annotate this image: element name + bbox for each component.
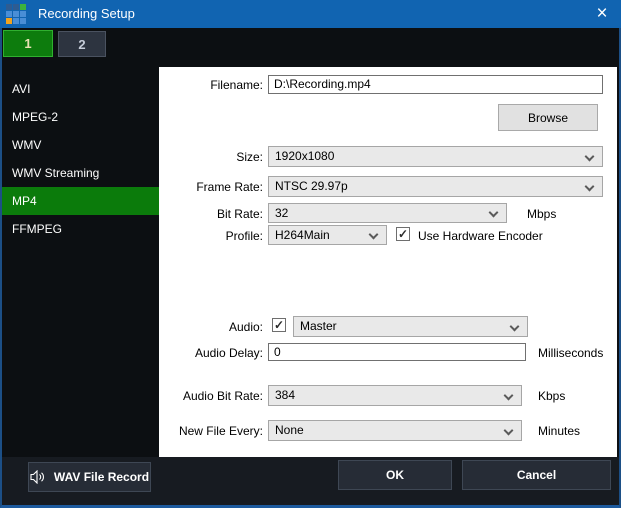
filename-label: Filename: <box>159 78 263 92</box>
audio-source-value: Master <box>300 319 337 333</box>
profile-label: Profile: <box>159 229 263 243</box>
hardware-encoder-checkbox[interactable]: ✓ <box>396 227 410 241</box>
size-label: Size: <box>159 150 263 164</box>
sidebar-item-ffmpeg[interactable]: FFMPEG <box>2 215 159 243</box>
profile-value: H264Main <box>275 228 330 242</box>
ok-button-label: OK <box>386 468 404 482</box>
new-file-every-unit: Minutes <box>538 424 580 438</box>
chevron-down-icon <box>489 208 499 218</box>
bit-rate-label: Bit Rate: <box>159 207 263 221</box>
window-title: Recording Setup <box>38 6 135 21</box>
hardware-encoder-label: Use Hardware Encoder <box>418 229 543 243</box>
tab-2[interactable]: 2 <box>58 31 106 57</box>
app-logo-icon <box>6 4 26 24</box>
audio-bit-rate-label: Audio Bit Rate: <box>159 389 263 403</box>
audio-delay-label: Audio Delay: <box>159 346 263 360</box>
chevron-down-icon <box>504 391 514 401</box>
bit-rate-unit: Mbps <box>527 207 556 221</box>
size-value: 1920x1080 <box>275 149 334 163</box>
audio-delay-unit: Milliseconds <box>538 346 603 360</box>
cancel-button[interactable]: Cancel <box>462 460 611 490</box>
browse-button[interactable]: Browse <box>498 104 598 131</box>
close-button[interactable]: × <box>583 0 621 28</box>
frame-rate-select[interactable]: NTSC 29.97p <box>268 176 603 197</box>
chevron-down-icon <box>504 426 514 436</box>
tab-1[interactable]: 1 <box>3 30 53 57</box>
audio-checkbox[interactable]: ✓ <box>272 318 286 332</box>
bit-rate-value: 32 <box>275 206 288 220</box>
dialog-body: 1 2 AVI MPEG-2 WMV WMV Streaming MP4 FFM… <box>0 28 621 508</box>
audio-bit-rate-select[interactable]: 384 <box>268 385 522 406</box>
filename-input[interactable]: D:\Recording.mp4 <box>268 75 603 94</box>
checkmark-icon: ✓ <box>274 318 284 332</box>
audio-source-select[interactable]: Master <box>293 316 528 337</box>
sidebar-item-avi[interactable]: AVI <box>2 75 159 103</box>
sidebar-item-mp4[interactable]: MP4 <box>2 187 159 215</box>
bit-rate-select[interactable]: 32 <box>268 203 507 223</box>
sidebar-item-wmv[interactable]: WMV <box>2 131 159 159</box>
format-list: AVI MPEG-2 WMV WMV Streaming MP4 FFMPEG <box>2 75 159 243</box>
audio-bit-rate-unit: Kbps <box>538 389 565 403</box>
sidebar-item-wmv-streaming[interactable]: WMV Streaming <box>2 159 159 187</box>
chevron-down-icon <box>585 182 595 192</box>
ok-button[interactable]: OK <box>338 460 452 490</box>
audio-label: Audio: <box>159 320 263 334</box>
cancel-button-label: Cancel <box>517 468 556 482</box>
wav-file-record-button[interactable]: WAV File Record <box>28 462 151 492</box>
audio-bit-rate-value: 384 <box>275 388 295 402</box>
new-file-every-select[interactable]: None <box>268 420 522 441</box>
frame-rate-value: NTSC 29.97p <box>275 179 348 193</box>
new-file-every-value: None <box>275 423 304 437</box>
footer-bar: WAV File Record OK Cancel <box>2 457 619 505</box>
chevron-down-icon <box>369 230 379 240</box>
size-select[interactable]: 1920x1080 <box>268 146 603 167</box>
chevron-down-icon <box>510 322 520 332</box>
title-bar: Recording Setup × <box>0 0 621 28</box>
close-icon: × <box>596 3 607 25</box>
tab-2-label: 2 <box>78 37 85 52</box>
tab-1-label: 1 <box>24 36 31 51</box>
audio-delay-input[interactable]: 0 <box>268 343 526 361</box>
recording-setup-dialog: Recording Setup × 1 2 AVI MPEG-2 WMV WMV… <box>0 0 621 508</box>
browse-button-label: Browse <box>528 111 568 125</box>
sidebar-item-mpeg2[interactable]: MPEG-2 <box>2 103 159 131</box>
checkmark-icon: ✓ <box>398 227 408 241</box>
settings-panel: Filename: D:\Recording.mp4 Browse Size: … <box>159 67 617 457</box>
chevron-down-icon <box>585 152 595 162</box>
speaker-icon <box>30 470 46 484</box>
new-file-every-label: New File Every: <box>159 424 263 438</box>
profile-select[interactable]: H264Main <box>268 225 387 245</box>
wav-file-record-label: WAV File Record <box>54 470 149 484</box>
frame-rate-label: Frame Rate: <box>159 180 263 194</box>
